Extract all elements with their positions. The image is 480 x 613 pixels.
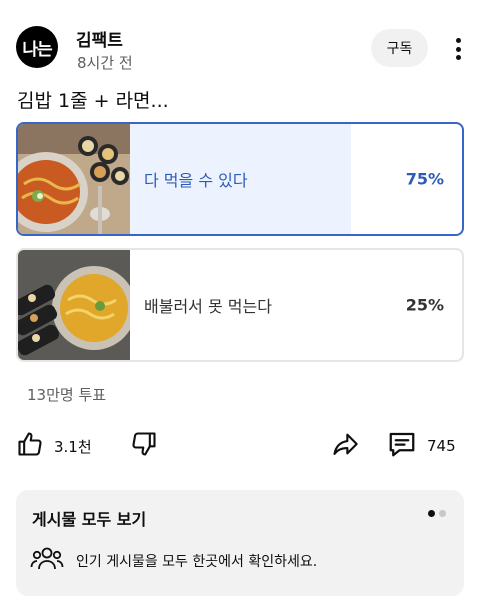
comment-button[interactable]: 745: [387, 424, 456, 468]
post-text: 김밥 1줄 + 라면...: [17, 90, 169, 112]
comment-count: 745: [427, 437, 456, 455]
thumbs-down-icon: [130, 430, 158, 462]
action-bar: 3.1천 745: [0, 424, 480, 468]
vote-count: 13만명 투표: [27, 386, 107, 404]
dislike-button[interactable]: [130, 424, 158, 468]
poll-option-1-percent: 75%: [405, 169, 444, 189]
ramen-kimbap-image-1: [18, 124, 130, 234]
poll-option-2-percent: 25%: [405, 295, 444, 315]
share-arrow-icon: [330, 430, 360, 462]
like-button[interactable]: 3.1천: [16, 424, 92, 468]
card-title: 게시물 모두 보기: [32, 510, 147, 529]
card-row: 인기 게시물을 모두 한곳에서 확인하세요.: [30, 544, 317, 578]
carousel-dots: [428, 510, 446, 517]
card-description: 인기 게시물을 모두 한곳에서 확인하세요.: [76, 554, 318, 570]
thumbs-up-icon: [16, 430, 44, 462]
like-count: 3.1천: [54, 437, 92, 456]
people-icon: [30, 544, 64, 578]
ramen-kimbap-image-2: [18, 250, 130, 360]
avatar[interactable]: 나는: [16, 26, 58, 68]
carousel-dot: [439, 510, 446, 517]
post-header: 나는 김팩트 8시간 전 구독: [0, 0, 480, 78]
poll-option-1-label: 다 먹을 수 있다: [144, 171, 248, 190]
poll-option-2-label: 배불러서 못 먹는다: [144, 297, 272, 316]
poll-option-1[interactable]: 다 먹을 수 있다 75%: [16, 122, 464, 236]
channel-name[interactable]: 김팩트: [76, 26, 123, 51]
comment-icon: [387, 429, 417, 463]
post-time: 8시간 전: [77, 54, 133, 72]
subscribe-button[interactable]: 구독: [371, 29, 428, 67]
carousel-dot-active: [428, 510, 435, 517]
share-button[interactable]: [330, 424, 360, 468]
view-all-posts-card[interactable]: 게시물 모두 보기 인기 게시물을 모두 한곳에서 확인하세요.: [16, 490, 464, 596]
more-options-icon[interactable]: [448, 37, 468, 61]
poll-option-2[interactable]: 배불러서 못 먹는다 25%: [16, 248, 464, 362]
